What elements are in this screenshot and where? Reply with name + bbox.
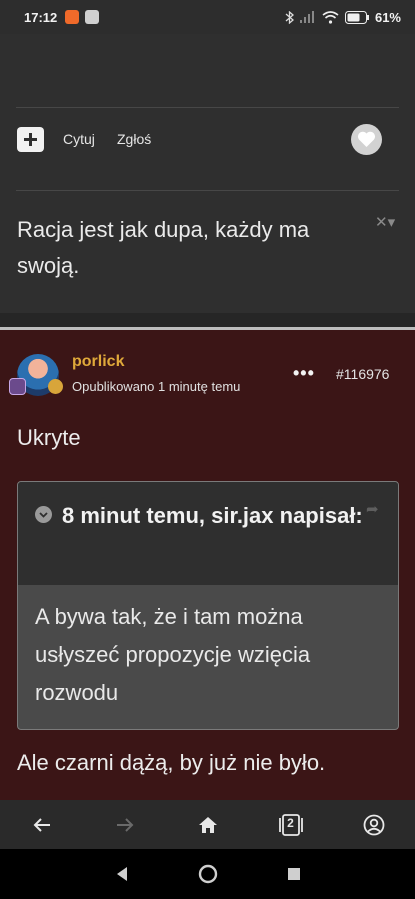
achievement-badge-icon (48, 379, 63, 394)
home-button[interactable] (188, 805, 228, 845)
back-button[interactable] (22, 805, 62, 845)
bluetooth-icon (285, 10, 294, 24)
post-timestamp[interactable]: Opublikowano 1 minutę temu (72, 379, 240, 394)
quote-body: A bywa tak, że i tam można usłyszeć prop… (35, 604, 311, 705)
author-name[interactable]: porlick (72, 353, 124, 371)
system-back-icon[interactable] (115, 866, 129, 882)
system-navigation-bar (0, 849, 415, 899)
battery-icon (344, 10, 369, 24)
post-text: Racja jest jak dupa, każdy ma swoją. (17, 217, 310, 278)
report-button[interactable]: Zgłoś (117, 131, 151, 147)
quote-title: 8 minut temu, sir.jax napisał: (62, 503, 363, 528)
back-icon (33, 817, 50, 832)
post-separator (0, 313, 415, 327)
divider (16, 190, 399, 191)
reaction-button[interactable] (351, 124, 382, 155)
system-home-icon[interactable] (198, 864, 218, 884)
system-recents-icon[interactable] (287, 867, 301, 881)
account-button[interactable] (354, 805, 394, 845)
heart-icon (357, 131, 376, 147)
battery-percent: 61% (374, 9, 401, 25)
post-reply-text: Ale czarni dążą, by już nie było. (17, 750, 326, 775)
wifi-icon (322, 10, 339, 24)
account-icon (363, 814, 384, 835)
forward-icon (116, 817, 133, 832)
browser-toolbar: 2 (0, 800, 415, 849)
home-icon (198, 816, 217, 833)
multiquote-button[interactable] (17, 127, 44, 152)
more-options-button[interactable]: ••• (293, 363, 315, 384)
hidden-content-label: Ukryte (17, 425, 81, 450)
post-id-link[interactable]: #116976 (336, 366, 389, 382)
plus-icon (24, 133, 37, 146)
status-time: 17:12 (24, 9, 58, 25)
forward-button[interactable] (105, 805, 145, 845)
status-bar: 17:12 61% (0, 0, 415, 34)
quote-header[interactable]: 8 minut temu, sir.jax napisał: ➦ (18, 482, 398, 585)
mail-notification-icon (85, 10, 100, 24)
quote-button[interactable]: Cytuj (63, 131, 95, 147)
app-notification-icon (65, 10, 80, 24)
quote-block: 8 minut temu, sir.jax napisał: ➦ A bywa … (17, 481, 399, 730)
close-chevron-icon[interactable]: ✕▾ (375, 213, 395, 231)
tabs-button[interactable]: 2 (271, 805, 311, 845)
divider (16, 107, 399, 108)
signal-icon (299, 11, 314, 23)
share-icon[interactable]: ➦ (366, 500, 379, 518)
rank-badge-icon (9, 378, 26, 395)
tabs-count: 2 (287, 815, 294, 830)
